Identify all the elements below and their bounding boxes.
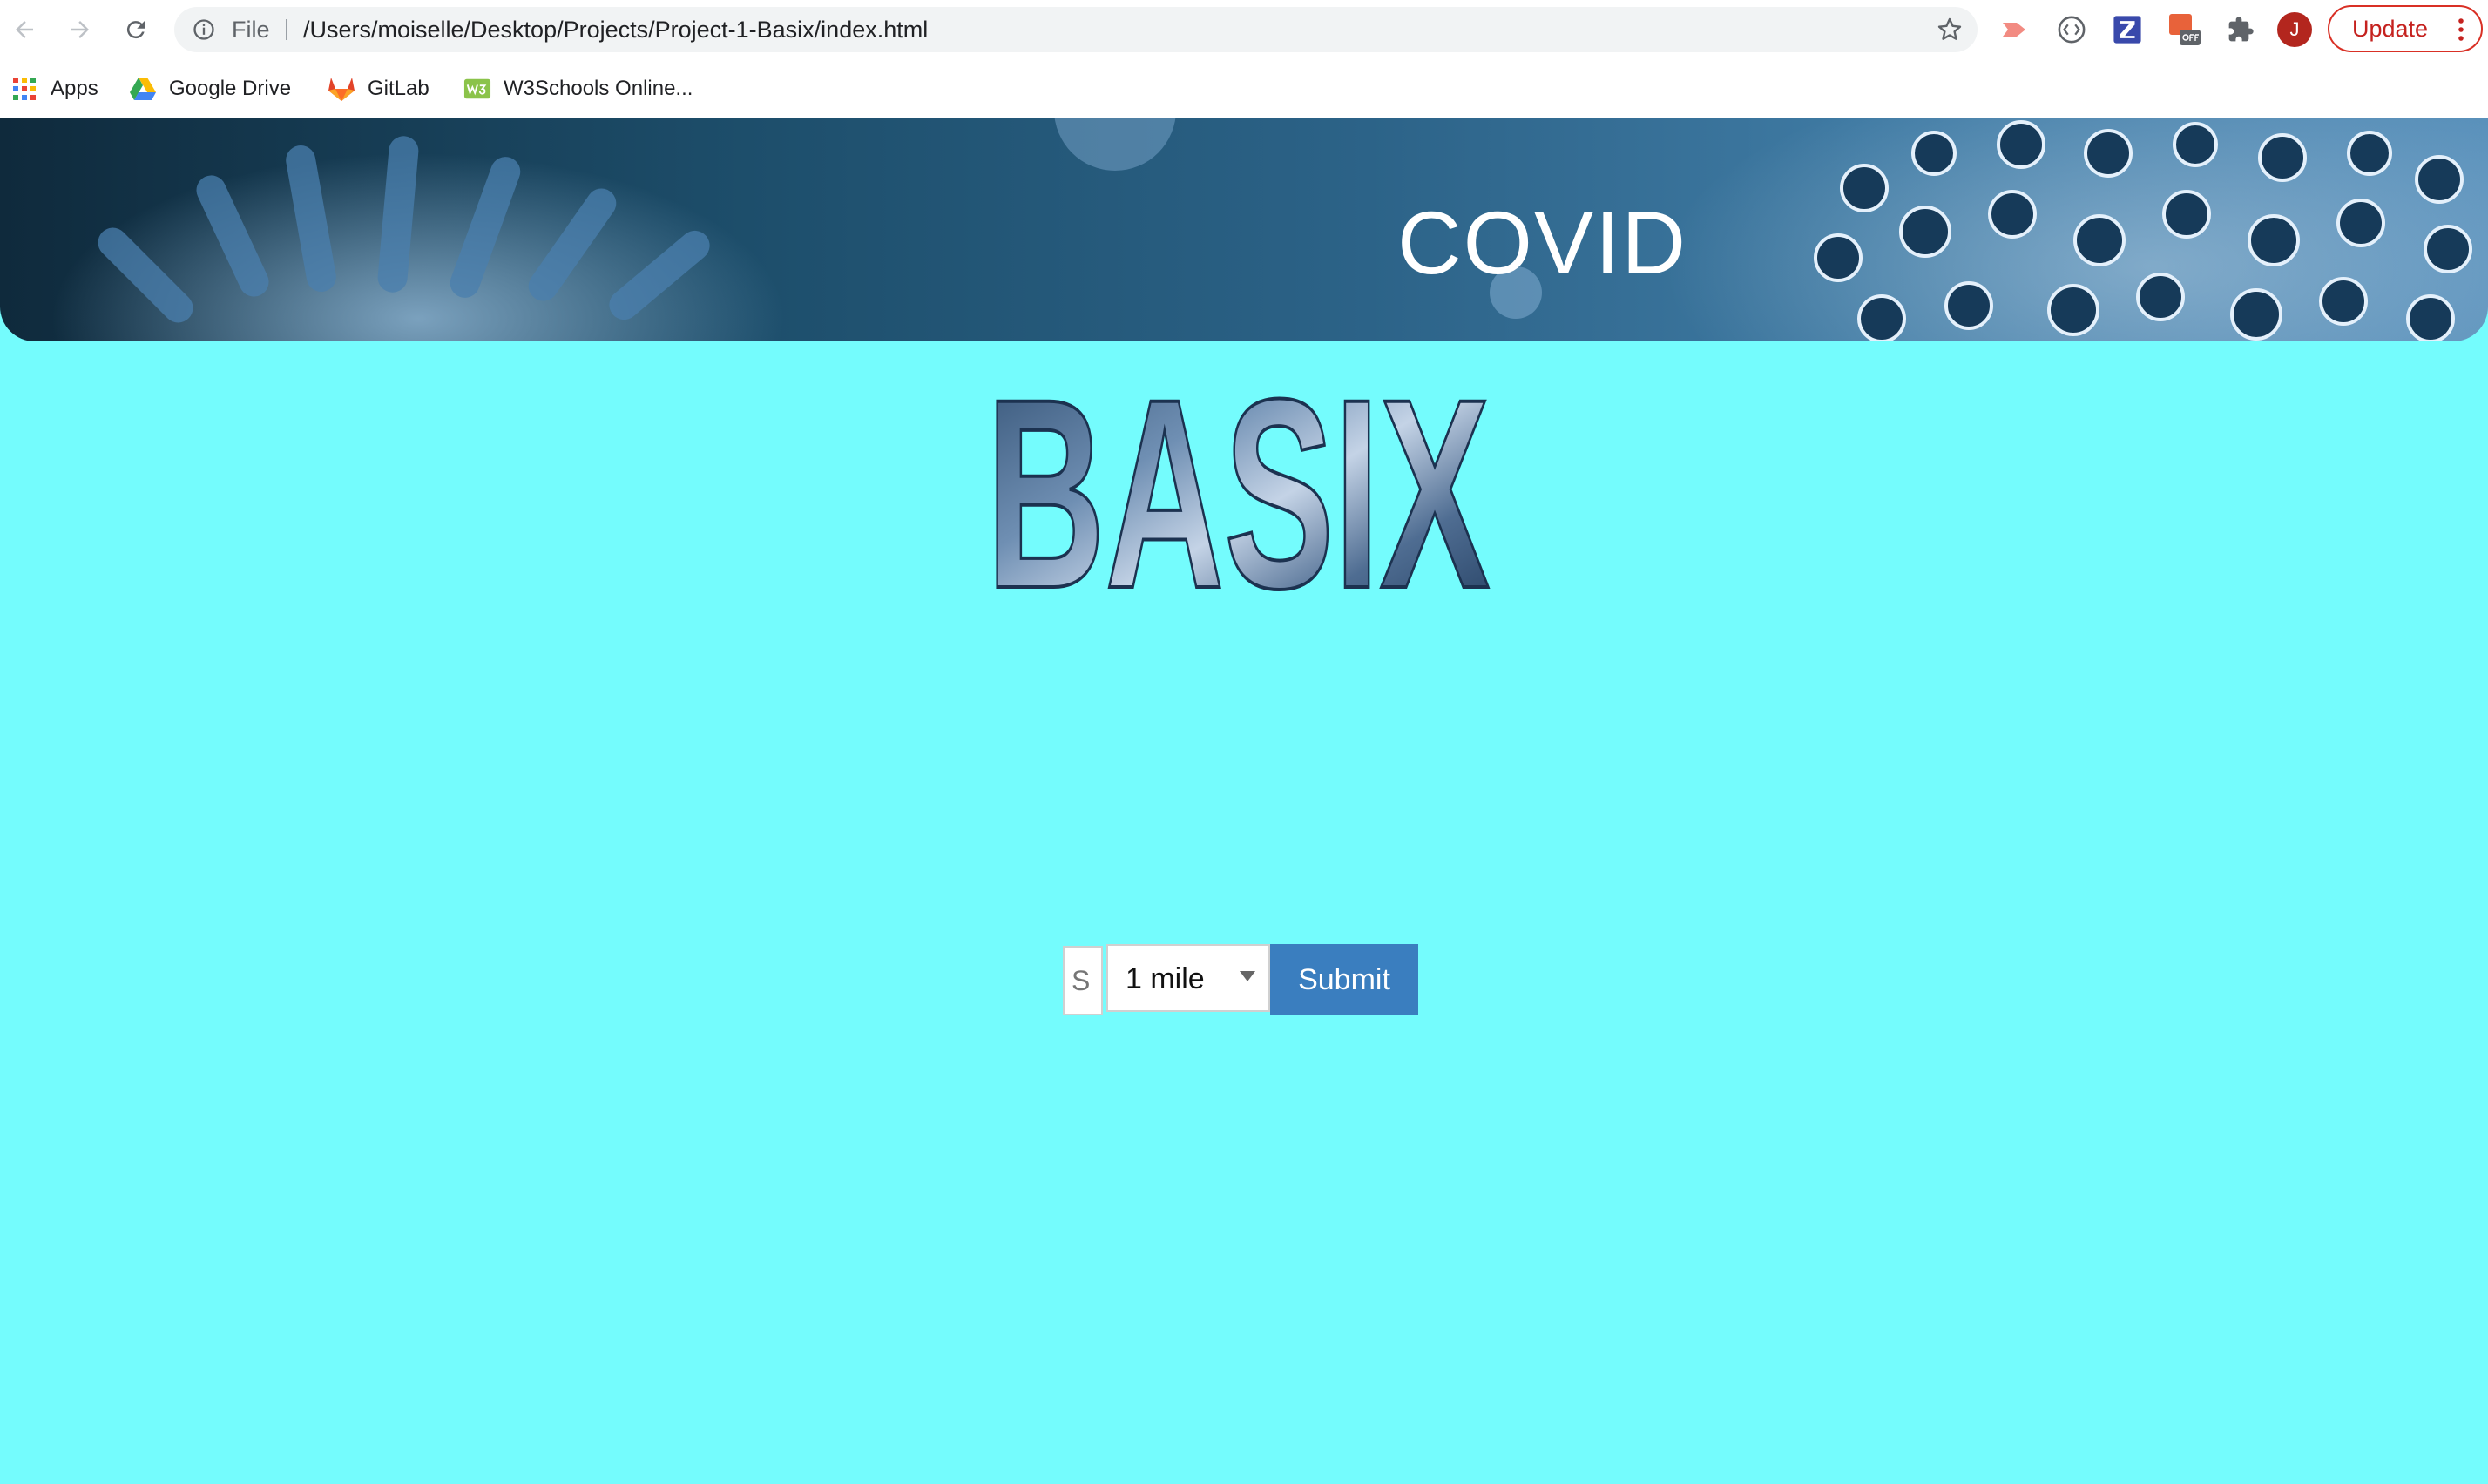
banner-title: COVID (1397, 193, 1688, 293)
zotero-icon (2113, 16, 2141, 44)
bookmark-apps[interactable]: Apps (10, 73, 98, 105)
bookmark-label: GitLab (368, 77, 429, 100)
forward-icon (71, 21, 89, 38)
profile-avatar[interactable]: J (2277, 12, 2312, 47)
reload-button[interactable] (118, 12, 153, 47)
basix-logo: BASIX (984, 378, 1492, 596)
virus-banner-image (52, 118, 2488, 341)
bookmark-label: W3Schools Online... (504, 77, 693, 100)
google-drive-icon (129, 75, 157, 103)
code-circle-icon (2058, 16, 2086, 44)
bookmark-w3schools[interactable]: W3Schools Online... (463, 73, 693, 105)
bookmark-label: Apps (51, 77, 98, 100)
address-bar[interactable]: File /Users/moiselle/Desktop/Projects/Pr… (174, 7, 1978, 52)
logo-text: BASIX (986, 378, 1491, 596)
covid-banner: COVID (0, 118, 2488, 341)
radius-select[interactable]: 1 mile (1106, 944, 1270, 1012)
back-icon (16, 21, 33, 38)
update-button[interactable]: Update (2328, 5, 2483, 52)
radius-selected-value: 1 mile (1126, 962, 1205, 995)
cast-icon (2003, 23, 2025, 37)
info-icon[interactable] (192, 17, 216, 42)
bookmarks-bar: Apps Google Drive GitLab W3Schools Onlin… (0, 59, 2488, 119)
url-scheme-label: File (232, 17, 270, 43)
w3schools-icon (463, 75, 491, 103)
kebab-icon (2458, 18, 2464, 41)
star-icon[interactable] (1936, 16, 1964, 44)
bookmark-label: Google Drive (169, 77, 292, 100)
update-label: Update (2352, 16, 2429, 42)
extensions-button[interactable] (2223, 12, 2258, 47)
forward-button[interactable] (63, 12, 98, 47)
apps-grid-icon (10, 75, 38, 103)
bookmark-google-drive[interactable]: Google Drive (129, 73, 291, 105)
extension-code-button[interactable] (2054, 12, 2089, 47)
extension-cast-button[interactable] (1998, 12, 2033, 47)
dropdown-arrow-icon (1240, 971, 1255, 981)
url-text[interactable]: /Users/moiselle/Desktop/Projects/Project… (303, 7, 928, 52)
extension-z-button[interactable] (2110, 12, 2145, 47)
submit-button[interactable]: Submit (1270, 944, 1418, 1015)
search-input[interactable] (1063, 946, 1103, 1015)
back-button[interactable] (7, 12, 42, 47)
reload-icon (126, 21, 145, 39)
off-badge-icon (2169, 14, 2201, 45)
extension-off-button[interactable] (2167, 12, 2202, 47)
puzzle-icon (2228, 17, 2254, 42)
bookmark-gitlab[interactable]: GitLab (328, 73, 429, 105)
gitlab-icon (328, 75, 355, 103)
url-separator (286, 19, 287, 40)
browser-toolbar: File /Users/moiselle/Desktop/Projects/Pr… (0, 0, 2488, 59)
